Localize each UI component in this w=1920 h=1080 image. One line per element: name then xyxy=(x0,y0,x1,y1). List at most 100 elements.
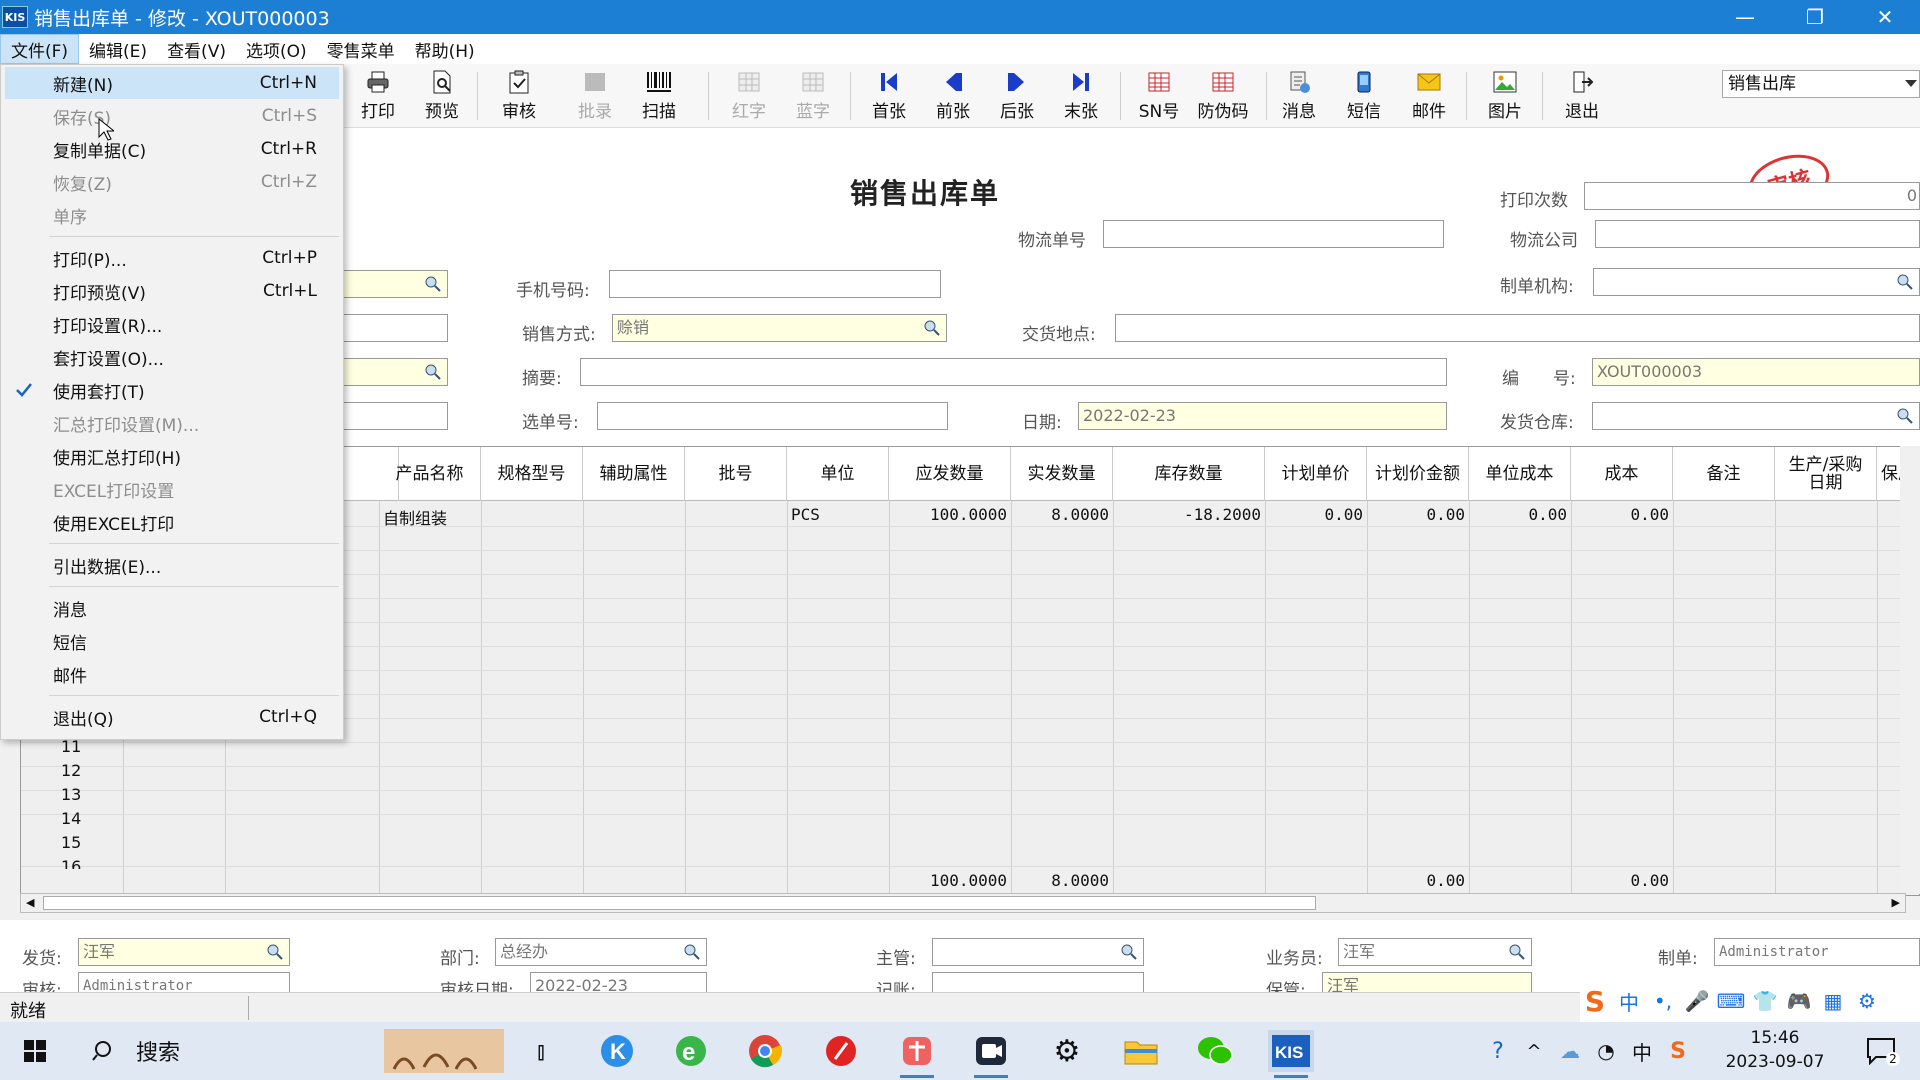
menu-item-copy-bill[interactable]: 复制单据(C) Ctrl+R xyxy=(5,133,339,165)
print-button[interactable]: 打印 xyxy=(349,68,407,124)
notification-center-button[interactable]: 2 xyxy=(1856,1030,1906,1072)
grid-vertical-scrollbar[interactable] xyxy=(1900,446,1920,894)
ime-lang-indicator[interactable]: 中 xyxy=(1614,986,1644,1016)
cell-actual-qty[interactable]: 8.0000 xyxy=(1011,505,1109,524)
settings-icon[interactable]: ⚙ xyxy=(1852,986,1882,1016)
preview-button[interactable]: 预览 xyxy=(413,68,471,124)
scrollbar-thumb[interactable] xyxy=(43,896,1316,910)
kis-app-button[interactable]: KIS xyxy=(1268,1030,1314,1078)
wechat-button[interactable] xyxy=(1192,1030,1238,1072)
audit-date-field[interactable]: 2022-02-23 xyxy=(530,972,707,992)
toolbox-icon[interactable]: ▦ xyxy=(1818,986,1848,1016)
menu-item-new[interactable]: 新建(N) Ctrl+N xyxy=(5,67,339,99)
col-header-aux[interactable]: 辅助属性 xyxy=(583,447,685,501)
batch-entry-button[interactable]: 批录 xyxy=(566,68,624,124)
menu-retail[interactable]: 零售菜单 xyxy=(317,34,405,64)
lookup-icon[interactable] xyxy=(922,318,942,338)
col-header-batch[interactable]: 批号 xyxy=(685,447,787,501)
lookup-icon[interactable] xyxy=(423,274,443,294)
logistics-no-field[interactable] xyxy=(1103,220,1444,248)
file-explorer-button[interactable] xyxy=(1118,1030,1164,1072)
bill-type-select[interactable]: 销售出库 xyxy=(1722,70,1920,98)
lookup-icon[interactable] xyxy=(265,942,285,962)
menu-options[interactable]: 选项(O) xyxy=(236,34,317,64)
col-header-spec[interactable]: 规格型号 xyxy=(481,447,583,501)
help-tray-button[interactable]: ? xyxy=(1480,1030,1516,1072)
bookkeep-field[interactable] xyxy=(932,972,1144,992)
manager-field[interactable] xyxy=(932,938,1144,966)
sms-button[interactable]: 短信 xyxy=(1335,68,1393,124)
picture-button[interactable]: 图片 xyxy=(1476,68,1534,124)
cell-stock-qty[interactable]: -18.2000 xyxy=(1113,505,1261,524)
lookup-icon[interactable] xyxy=(423,362,443,382)
settings-app-button[interactable]: ⚙ xyxy=(1044,1030,1090,1072)
dept-field-top[interactable] xyxy=(342,314,448,342)
video-app-button[interactable] xyxy=(968,1030,1014,1078)
menu-item-save[interactable]: 保存(S) Ctrl+S xyxy=(5,100,339,132)
date-field[interactable]: 2022-02-23 xyxy=(1078,402,1447,430)
cell-unit[interactable]: PCS xyxy=(791,505,820,524)
menu-item-print-preview[interactable]: 打印预览(V) Ctrl+L xyxy=(5,275,339,307)
chrome-button[interactable] xyxy=(742,1030,788,1072)
menu-item-message[interactable]: 消息 xyxy=(5,592,339,624)
sale-method-field[interactable]: 赊销 xyxy=(612,314,947,342)
cell-product[interactable]: 自制组装 xyxy=(383,505,447,529)
col-header-unit[interactable]: 单位 xyxy=(787,447,889,501)
tray-overflow-button[interactable]: ^ xyxy=(1516,1030,1552,1072)
col-header-remark[interactable]: 备注 xyxy=(1673,447,1775,501)
menu-file[interactable]: 文件(F) xyxy=(0,34,80,64)
last-record-button[interactable]: 末张 xyxy=(1052,68,1110,124)
bill-number-field[interactable]: XOUT000003 xyxy=(1592,358,1920,386)
skin-icon[interactable]: 👕 xyxy=(1750,986,1780,1016)
ie-browser-button[interactable]: e xyxy=(668,1030,714,1072)
microphone-icon[interactable]: 🎤 xyxy=(1682,986,1712,1016)
menu-item-mail[interactable]: 邮件 xyxy=(5,658,339,690)
sn-button[interactable]: SN号 xyxy=(1130,68,1188,124)
keyboard-icon[interactable]: ⌨ xyxy=(1716,986,1746,1016)
cell-unit-cost[interactable]: 0.00 xyxy=(1469,505,1567,524)
approve-button[interactable]: 审核 xyxy=(490,68,548,124)
input-lang-tray-button[interactable]: 中 xyxy=(1624,1030,1660,1072)
ime-punct-indicator[interactable]: •, xyxy=(1648,986,1678,1016)
cloud-tray-button[interactable]: ☁ xyxy=(1552,1030,1588,1072)
taskbar-search[interactable]: 搜索 xyxy=(74,1028,504,1074)
col-header-plan-amount[interactable]: 计划价金额 xyxy=(1367,447,1469,501)
customer-field[interactable] xyxy=(342,270,448,298)
grid-horizontal-scrollbar[interactable]: ◀ ▶ xyxy=(20,893,1906,913)
deliver-field[interactable]: 汪军 xyxy=(78,938,290,966)
game-icon[interactable]: 🎮 xyxy=(1784,986,1814,1016)
keeper-field[interactable]: 汪军 xyxy=(1322,972,1532,992)
menu-item-use-summary-print[interactable]: 使用汇总打印(H) xyxy=(5,440,339,472)
system-clock[interactable]: 15:46 2023-09-07 xyxy=(1700,1026,1850,1074)
select-no-field[interactable] xyxy=(597,402,948,430)
col-header-cost[interactable]: 成本 xyxy=(1571,447,1673,501)
next-record-button[interactable]: 后张 xyxy=(988,68,1046,124)
cell-plan-amount[interactable]: 0.00 xyxy=(1367,505,1465,524)
menu-view[interactable]: 查看(V) xyxy=(157,34,236,64)
cell-should-qty[interactable]: 100.0000 xyxy=(889,505,1007,524)
menu-help[interactable]: 帮助(H) xyxy=(405,34,485,64)
lookup-icon[interactable] xyxy=(1119,942,1139,962)
prev-record-button[interactable]: 前张 xyxy=(924,68,982,124)
lookup-icon[interactable] xyxy=(1895,406,1915,426)
sogou-logo-icon[interactable]: S xyxy=(1580,985,1610,1018)
delivery-place-field[interactable] xyxy=(1115,314,1920,342)
network-tray-button[interactable]: ◔ xyxy=(1588,1030,1624,1072)
summary-field[interactable] xyxy=(580,358,1447,386)
maker-field[interactable]: Administrator xyxy=(1714,938,1920,966)
scroll-left-icon[interactable]: ◀ xyxy=(26,896,34,909)
blue-invoice-button[interactable]: 蓝字 xyxy=(784,68,842,124)
minimize-button[interactable]: — xyxy=(1710,0,1780,34)
auditor-field[interactable]: Administrator xyxy=(78,972,290,992)
task-view-button[interactable]: ⫾ xyxy=(518,1030,564,1072)
menu-item-use-template[interactable]: 使用套打(T) xyxy=(5,374,339,406)
scan-button[interactable]: 扫描 xyxy=(630,68,688,124)
gift-app-button[interactable] xyxy=(894,1030,940,1078)
menu-item-export-data[interactable]: 引出数据(E)... xyxy=(5,549,339,581)
menu-item-restore[interactable]: 恢复(Z) Ctrl+Z xyxy=(5,166,339,198)
logistics-company-field[interactable] xyxy=(1595,220,1920,248)
salesman-field[interactable]: 汪军 xyxy=(1338,938,1532,966)
kingdee-app-button[interactable]: K xyxy=(594,1030,640,1072)
menu-item-template-settings[interactable]: 套打设置(O)... xyxy=(5,341,339,373)
menu-item-use-excel-print[interactable]: 使用EXCEL打印 xyxy=(5,506,339,538)
